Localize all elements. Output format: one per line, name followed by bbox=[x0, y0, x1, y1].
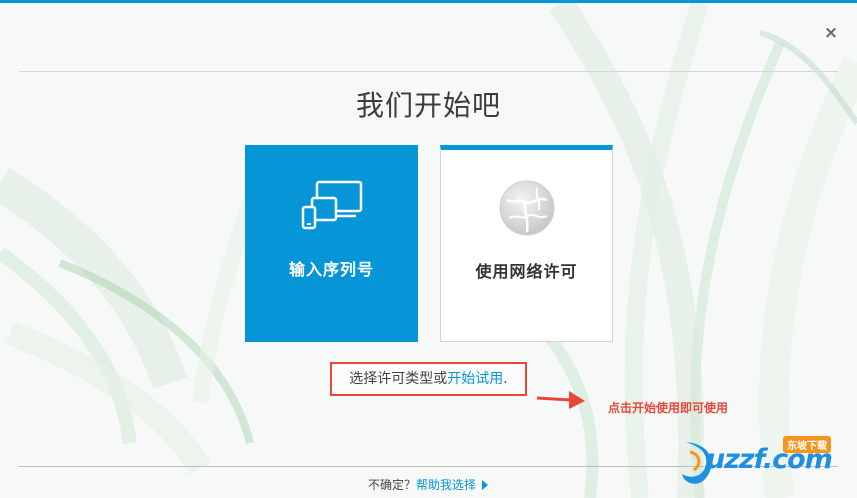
annotation-arrow-icon bbox=[536, 391, 585, 409]
annotation-text: 点击开始使用即可使用 bbox=[608, 401, 729, 415]
prompt-text: 选择许可类型或 bbox=[349, 371, 448, 387]
header-divider bbox=[19, 71, 838, 72]
enter-serial-number-label: 输入序列号 bbox=[288, 260, 374, 279]
start-trial-link[interactable]: 开始试用 bbox=[447, 371, 503, 387]
window-top-border bbox=[0, 0, 857, 3]
watermark-badge: 东坡下载 bbox=[783, 436, 831, 453]
enter-serial-number-card[interactable]: 输入序列号 bbox=[245, 145, 418, 342]
triangle-right-icon bbox=[482, 480, 489, 490]
footer-text: 不确定？ bbox=[368, 478, 417, 492]
close-button[interactable]: × bbox=[822, 24, 840, 42]
background-swirl-decoration bbox=[0, 3, 857, 498]
network-globe-icon bbox=[441, 178, 612, 238]
use-network-license-card[interactable]: 使用网络许可 bbox=[440, 145, 613, 342]
prompt-suffix: . bbox=[503, 371, 508, 387]
devices-icon bbox=[245, 180, 418, 232]
use-network-license-label: 使用网络许可 bbox=[475, 262, 578, 281]
watermark-logo: uzzf.com 东坡下载 bbox=[680, 432, 850, 492]
license-type-prompt: 选择许可类型或开始试用. bbox=[330, 362, 527, 396]
footer: 不确定？帮助我选择 bbox=[368, 476, 489, 493]
page-title: 我们开始吧 bbox=[355, 89, 501, 122]
help-me-choose-link[interactable]: 帮助我选择 bbox=[416, 478, 476, 492]
